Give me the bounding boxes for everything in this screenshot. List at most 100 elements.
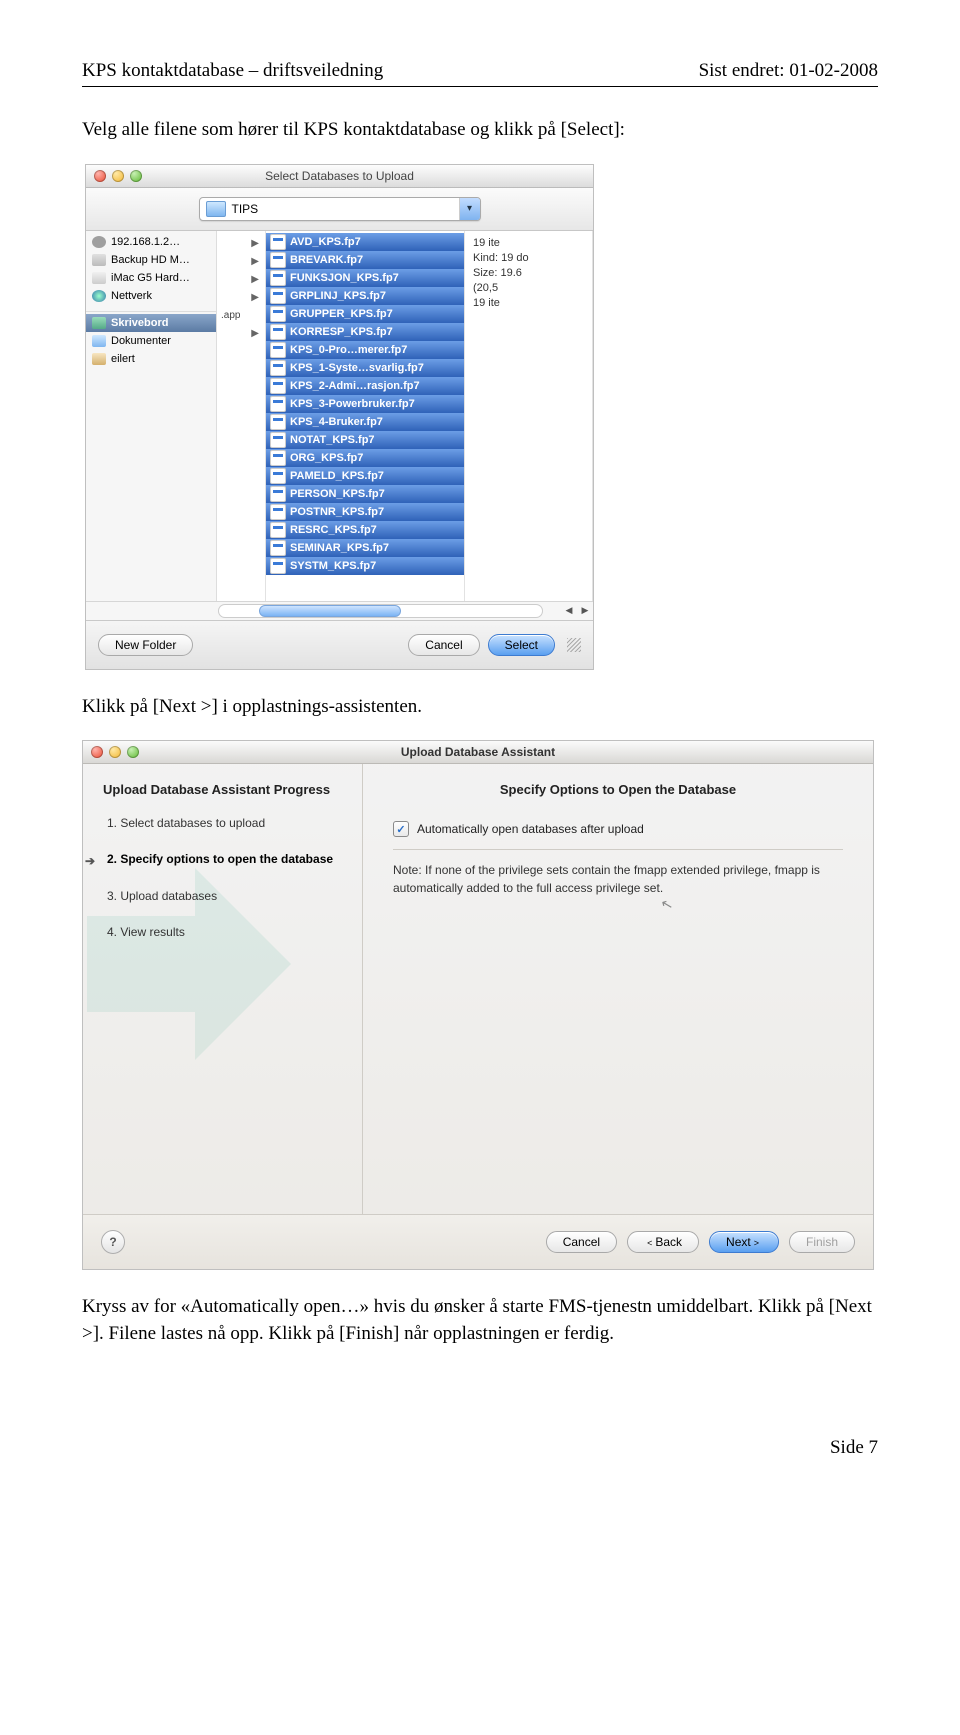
chevron-right-icon[interactable]: ▶ — [217, 235, 265, 253]
cursor-icon: ↖ — [659, 895, 675, 914]
file-item[interactable]: GRPLINJ_KPS.fp7 — [266, 287, 464, 305]
auto-open-label: Automatically open databases after uploa… — [417, 822, 644, 836]
chevron-right-icon[interactable]: ▶ — [217, 325, 265, 343]
step-2: ➔ 2. Specify options to open the databas… — [103, 851, 342, 867]
options-panel: Specify Options to Open the Database ✓ A… — [363, 764, 873, 1214]
horizontal-scrollbar[interactable]: ◀ ▶ — [86, 601, 593, 620]
document-icon — [270, 414, 286, 430]
file-name: NOTAT_KPS.fp7 — [290, 434, 375, 446]
folder-icon — [206, 201, 226, 217]
sidebar-item-label: Nettverk — [111, 290, 152, 302]
file-item[interactable]: KPS_4-Bruker.fp7 — [266, 413, 464, 431]
sidebar-item[interactable]: eilert — [86, 350, 216, 368]
scroll-right-icon[interactable]: ▶ — [577, 602, 593, 620]
file-item[interactable]: FUNKSJON_KPS.fp7 — [266, 269, 464, 287]
scrollbar-thumb[interactable] — [259, 605, 401, 617]
sidebar-item[interactable]: iMac G5 Hard… — [86, 269, 216, 287]
cancel-button[interactable]: Cancel — [546, 1231, 617, 1253]
file-name: KPS_3-Powerbruker.fp7 — [290, 398, 415, 410]
file-item[interactable]: KPS_0-Pro…merer.fp7 — [266, 341, 464, 359]
document-icon — [270, 468, 286, 484]
document-icon — [270, 522, 286, 538]
file-item[interactable]: PAMELD_KPS.fp7 — [266, 467, 464, 485]
dialog1-footer: New Folder Cancel Select — [86, 620, 593, 669]
sidebar-item[interactable]: Skrivebord — [86, 314, 216, 332]
file-item[interactable]: KPS_2-Admi…rasjon.fp7 — [266, 377, 464, 395]
scrollbar-track[interactable] — [218, 604, 543, 618]
details-pane: 19 ite Kind: 19 do Size: 19.6 (20,5 19 i… — [465, 231, 593, 601]
next-button[interactable]: Next> — [709, 1231, 779, 1253]
file-item[interactable]: NOTAT_KPS.fp7 — [266, 431, 464, 449]
file-item[interactable]: SEMINAR_KPS.fp7 — [266, 539, 464, 557]
checkbox-checked-icon[interactable]: ✓ — [393, 821, 409, 837]
scroll-left-icon[interactable]: ◀ — [561, 602, 577, 620]
header-rule — [82, 86, 878, 87]
file-name: PAMELD_KPS.fp7 — [290, 470, 384, 482]
panel-title: Specify Options to Open the Database — [393, 782, 843, 797]
file-name: FUNKSJON_KPS.fp7 — [290, 272, 399, 284]
paragraph-2: Klikk på [Next >] i opplastnings-assiste… — [82, 694, 878, 721]
file-name: GRUPPER_KPS.fp7 — [290, 308, 393, 320]
help-button[interactable]: ? — [101, 1230, 125, 1254]
step-1: 1. Select databases to upload — [103, 815, 342, 831]
file-name: SEMINAR_KPS.fp7 — [290, 542, 389, 554]
path-dropdown[interactable]: TIPS ▾ — [199, 197, 481, 221]
detail-line: (20,5 — [473, 282, 584, 297]
file-name: ORG_KPS.fp7 — [290, 452, 363, 464]
place-icon — [92, 317, 106, 329]
file-name: GRPLINJ_KPS.fp7 — [290, 290, 386, 302]
file-item[interactable]: GRUPPER_KPS.fp7 — [266, 305, 464, 323]
document-icon — [270, 504, 286, 520]
file-item[interactable]: AVD_KPS.fp7 — [266, 233, 464, 251]
detail-line: 19 ite — [473, 237, 584, 252]
back-label: Back — [655, 1235, 682, 1249]
select-button[interactable]: Select — [488, 634, 555, 656]
sidebar-item-label: Backup HD M… — [111, 254, 190, 266]
detail-line: Size: 19.6 — [473, 267, 584, 282]
document-icon — [270, 486, 286, 502]
file-item[interactable]: RESRC_KPS.fp7 — [266, 521, 464, 539]
upload-assistant-dialog: Upload Database Assistant Upload Databas… — [82, 740, 874, 1270]
file-item[interactable]: POSTNR_KPS.fp7 — [266, 503, 464, 521]
file-item[interactable]: KPS_3-Powerbruker.fp7 — [266, 395, 464, 413]
select-databases-dialog: Select Databases to Upload TIPS ▾ 192.16… — [85, 164, 594, 670]
file-item[interactable]: BREVARK.fp7 — [266, 251, 464, 269]
step-4: 4. View results — [103, 924, 342, 940]
document-icon — [270, 288, 286, 304]
chevron-right-icon[interactable]: ▶ — [217, 271, 265, 289]
auto-open-row[interactable]: ✓ Automatically open databases after upl… — [393, 821, 843, 837]
file-item[interactable]: SYSTM_KPS.fp7 — [266, 557, 464, 575]
file-item[interactable]: KORRESP_KPS.fp7 — [266, 323, 464, 341]
page-footer: Side 7 — [82, 1437, 878, 1459]
resize-grip-icon[interactable] — [567, 638, 581, 652]
file-item[interactable]: KPS_1-Syste…svarlig.fp7 — [266, 359, 464, 377]
chevron-right-icon[interactable]: ▶ — [217, 253, 265, 271]
document-icon — [270, 234, 286, 250]
dropdown-arrow-icon[interactable]: ▾ — [459, 198, 480, 220]
file-name: KPS_1-Syste…svarlig.fp7 — [290, 362, 424, 374]
file-list[interactable]: AVD_KPS.fp7BREVARK.fp7 FUNKSJON_KPS.fp7 GR… — [266, 231, 465, 601]
dialog2-footer: ? Cancel <Back Next> Finish — [83, 1214, 873, 1269]
new-folder-button[interactable]: New Folder — [98, 634, 193, 656]
sidebar-item-label: 192.168.1.2… — [111, 236, 180, 248]
detail-line: 19 ite — [473, 297, 584, 312]
chevron-right-icon[interactable]: ▶ — [217, 289, 265, 307]
sidebar-item[interactable]: Dokumenter — [86, 332, 216, 350]
progress-sidebar: Upload Database Assistant Progress 1. Se… — [83, 764, 363, 1214]
header-right: Sist endret: 01-02-2008 — [699, 60, 878, 82]
file-name: POSTNR_KPS.fp7 — [290, 506, 384, 518]
cancel-button[interactable]: Cancel — [408, 634, 479, 656]
app-entry[interactable]: .app — [217, 307, 265, 325]
volume-icon — [92, 272, 106, 284]
file-name: SYSTM_KPS.fp7 — [290, 560, 376, 572]
sidebar-item-label: Dokumenter — [111, 335, 171, 347]
sidebar-item[interactable]: Nettverk — [86, 287, 216, 305]
file-item[interactable]: ORG_KPS.fp7 — [266, 449, 464, 467]
sidebar-item[interactable]: 192.168.1.2… — [86, 233, 216, 251]
finish-button: Finish — [789, 1231, 855, 1253]
sidebar-item[interactable]: Backup HD M… — [86, 251, 216, 269]
back-button[interactable]: <Back — [627, 1231, 699, 1253]
document-icon — [270, 558, 286, 574]
dialog1-title: Select Databases to Upload — [86, 169, 593, 183]
file-item[interactable]: PERSON_KPS.fp7 — [266, 485, 464, 503]
